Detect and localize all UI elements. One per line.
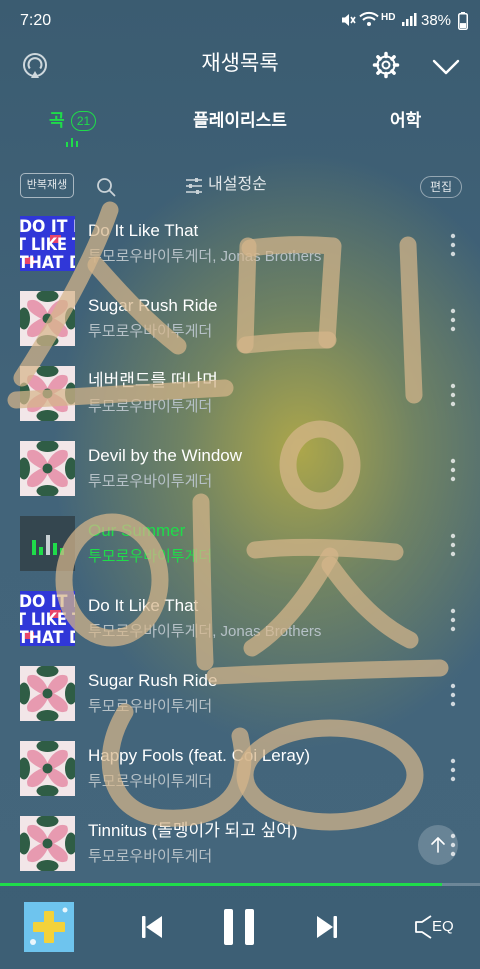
battery-icon: [458, 12, 468, 30]
song-artist: 투모로우바이투게더, Jonas Brothers: [88, 623, 322, 640]
album-art: [20, 741, 75, 796]
album-art: [20, 441, 75, 496]
song-title: Tinnitus (돌멩이가 되고 싶어): [88, 821, 298, 840]
mute-icon: [340, 12, 356, 28]
song-row[interactable]: DO IT LT LIKE TTHAT D Do It Like That 투모로우…: [0, 208, 480, 283]
song-artist: 투모로우바이투게더: [88, 773, 213, 790]
more-vertical-icon[interactable]: [447, 607, 459, 633]
song-artist: 투모로우바이투게더: [88, 323, 213, 340]
wifi-icon: [359, 11, 379, 27]
song-artist: 투모로우바이투게더: [88, 548, 213, 565]
network-hd-label: HD: [381, 12, 396, 23]
song-row[interactable]: Sugar Rush Ride 투모로우바이투게더: [0, 283, 480, 358]
song-artist: 투모로우바이투게더: [88, 848, 213, 865]
battery-percent: 38%: [421, 12, 452, 29]
cast-icon[interactable]: [20, 51, 50, 81]
song-row[interactable]: Tinnitus (돌멩이가 되고 싶어) 투모로우바이투게더: [0, 808, 480, 883]
song-row[interactable]: Sugar Rush Ride 투모로우바이투게더: [0, 658, 480, 733]
song-title: Sugar Rush Ride: [88, 671, 218, 690]
search-icon[interactable]: [96, 177, 116, 197]
song-row[interactable]: 네버랜드를 떠나며투모로우바이투게더: [0, 358, 480, 433]
signal-icon: [401, 12, 417, 26]
album-art-text: THAT D: [20, 628, 75, 646]
song-row-now-playing[interactable]: Our Summer 투모로우바이투게더: [0, 508, 480, 583]
song-title: Do It Like That: [88, 596, 199, 615]
album-art-text: T LIKE T: [20, 235, 75, 255]
sliders-icon[interactable]: [185, 178, 203, 194]
album-art: DO IT LT LIKE TTHAT D: [20, 216, 75, 271]
edit-button[interactable]: 편집: [420, 176, 462, 198]
album-art: [20, 816, 75, 871]
tab-playlists[interactable]: 플레이리스트: [180, 110, 300, 132]
tab-songs[interactable]: 곡: [49, 110, 65, 132]
scroll-to-top-button[interactable]: [418, 825, 458, 865]
more-vertical-icon[interactable]: [447, 682, 459, 708]
more-vertical-icon[interactable]: [447, 307, 459, 333]
album-art: [20, 516, 75, 571]
album-art-text: DO IT L: [20, 592, 75, 612]
song-artist: 투모로우바이투게더: [88, 398, 213, 415]
song-row[interactable]: Devil by the Window 투모로우바이투게더: [0, 433, 480, 508]
song-row[interactable]: DO IT LT LIKE TTHAT D Do It Like That 투모로우…: [0, 583, 480, 658]
song-artist: 투모로우바이투게더: [88, 473, 213, 490]
now-playing-album-art[interactable]: [24, 902, 74, 952]
sort-order-label[interactable]: 내설정순: [208, 175, 267, 195]
more-vertical-icon[interactable]: [447, 532, 459, 558]
chevron-down-icon[interactable]: [432, 58, 460, 76]
eq-icon[interactable]: [413, 914, 433, 940]
song-title: Devil by the Window: [88, 446, 243, 465]
gear-icon[interactable]: [372, 51, 400, 79]
more-vertical-icon[interactable]: [447, 457, 459, 483]
more-vertical-icon[interactable]: [447, 232, 459, 258]
album-art: [20, 666, 75, 721]
arrow-up-icon: [418, 825, 458, 865]
song-title: Happy Fools (feat. Coi Leray): [88, 746, 311, 765]
eq-label[interactable]: EQ: [432, 918, 454, 936]
song-title: Sugar Rush Ride: [88, 296, 218, 315]
pause-icon[interactable]: [224, 908, 254, 946]
more-vertical-icon[interactable]: [447, 757, 459, 783]
song-list: DO IT LT LIKE TTHAT DDo It Like That투모로우…: [0, 208, 480, 883]
skip-next-icon[interactable]: [315, 914, 339, 940]
tab-language[interactable]: 어학: [390, 110, 421, 132]
album-art: [20, 291, 75, 346]
repeat-button[interactable]: 반복재생: [20, 173, 74, 198]
song-title: Our Summer: [88, 521, 186, 540]
song-title: 네버랜드를 떠나며: [88, 371, 218, 390]
album-art-text: T LIKE T: [20, 610, 75, 630]
status-time: 7:20: [20, 12, 52, 29]
more-vertical-icon[interactable]: [447, 382, 459, 408]
song-title: Do It Like That: [88, 221, 199, 240]
song-artist: 투모로우바이투게더, Jonas Brothers: [88, 248, 322, 265]
status-bar: 7:20 HD 38%: [0, 0, 480, 40]
album-art-text: DO IT L: [20, 217, 75, 237]
album-art: DO IT LT LIKE TTHAT D: [20, 591, 75, 646]
now-playing-tab-indicator: [65, 137, 79, 147]
song-artist: 투모로우바이투게더: [88, 698, 213, 715]
song-count-badge: 21: [71, 111, 96, 131]
skip-previous-icon[interactable]: [140, 914, 164, 940]
album-art-text: THAT D: [20, 253, 75, 271]
page-title: 재생목록: [201, 52, 279, 75]
album-art: [20, 366, 75, 421]
song-row[interactable]: Happy Fools (feat. Coi Leray) 투모로우바이투게더: [0, 733, 480, 808]
